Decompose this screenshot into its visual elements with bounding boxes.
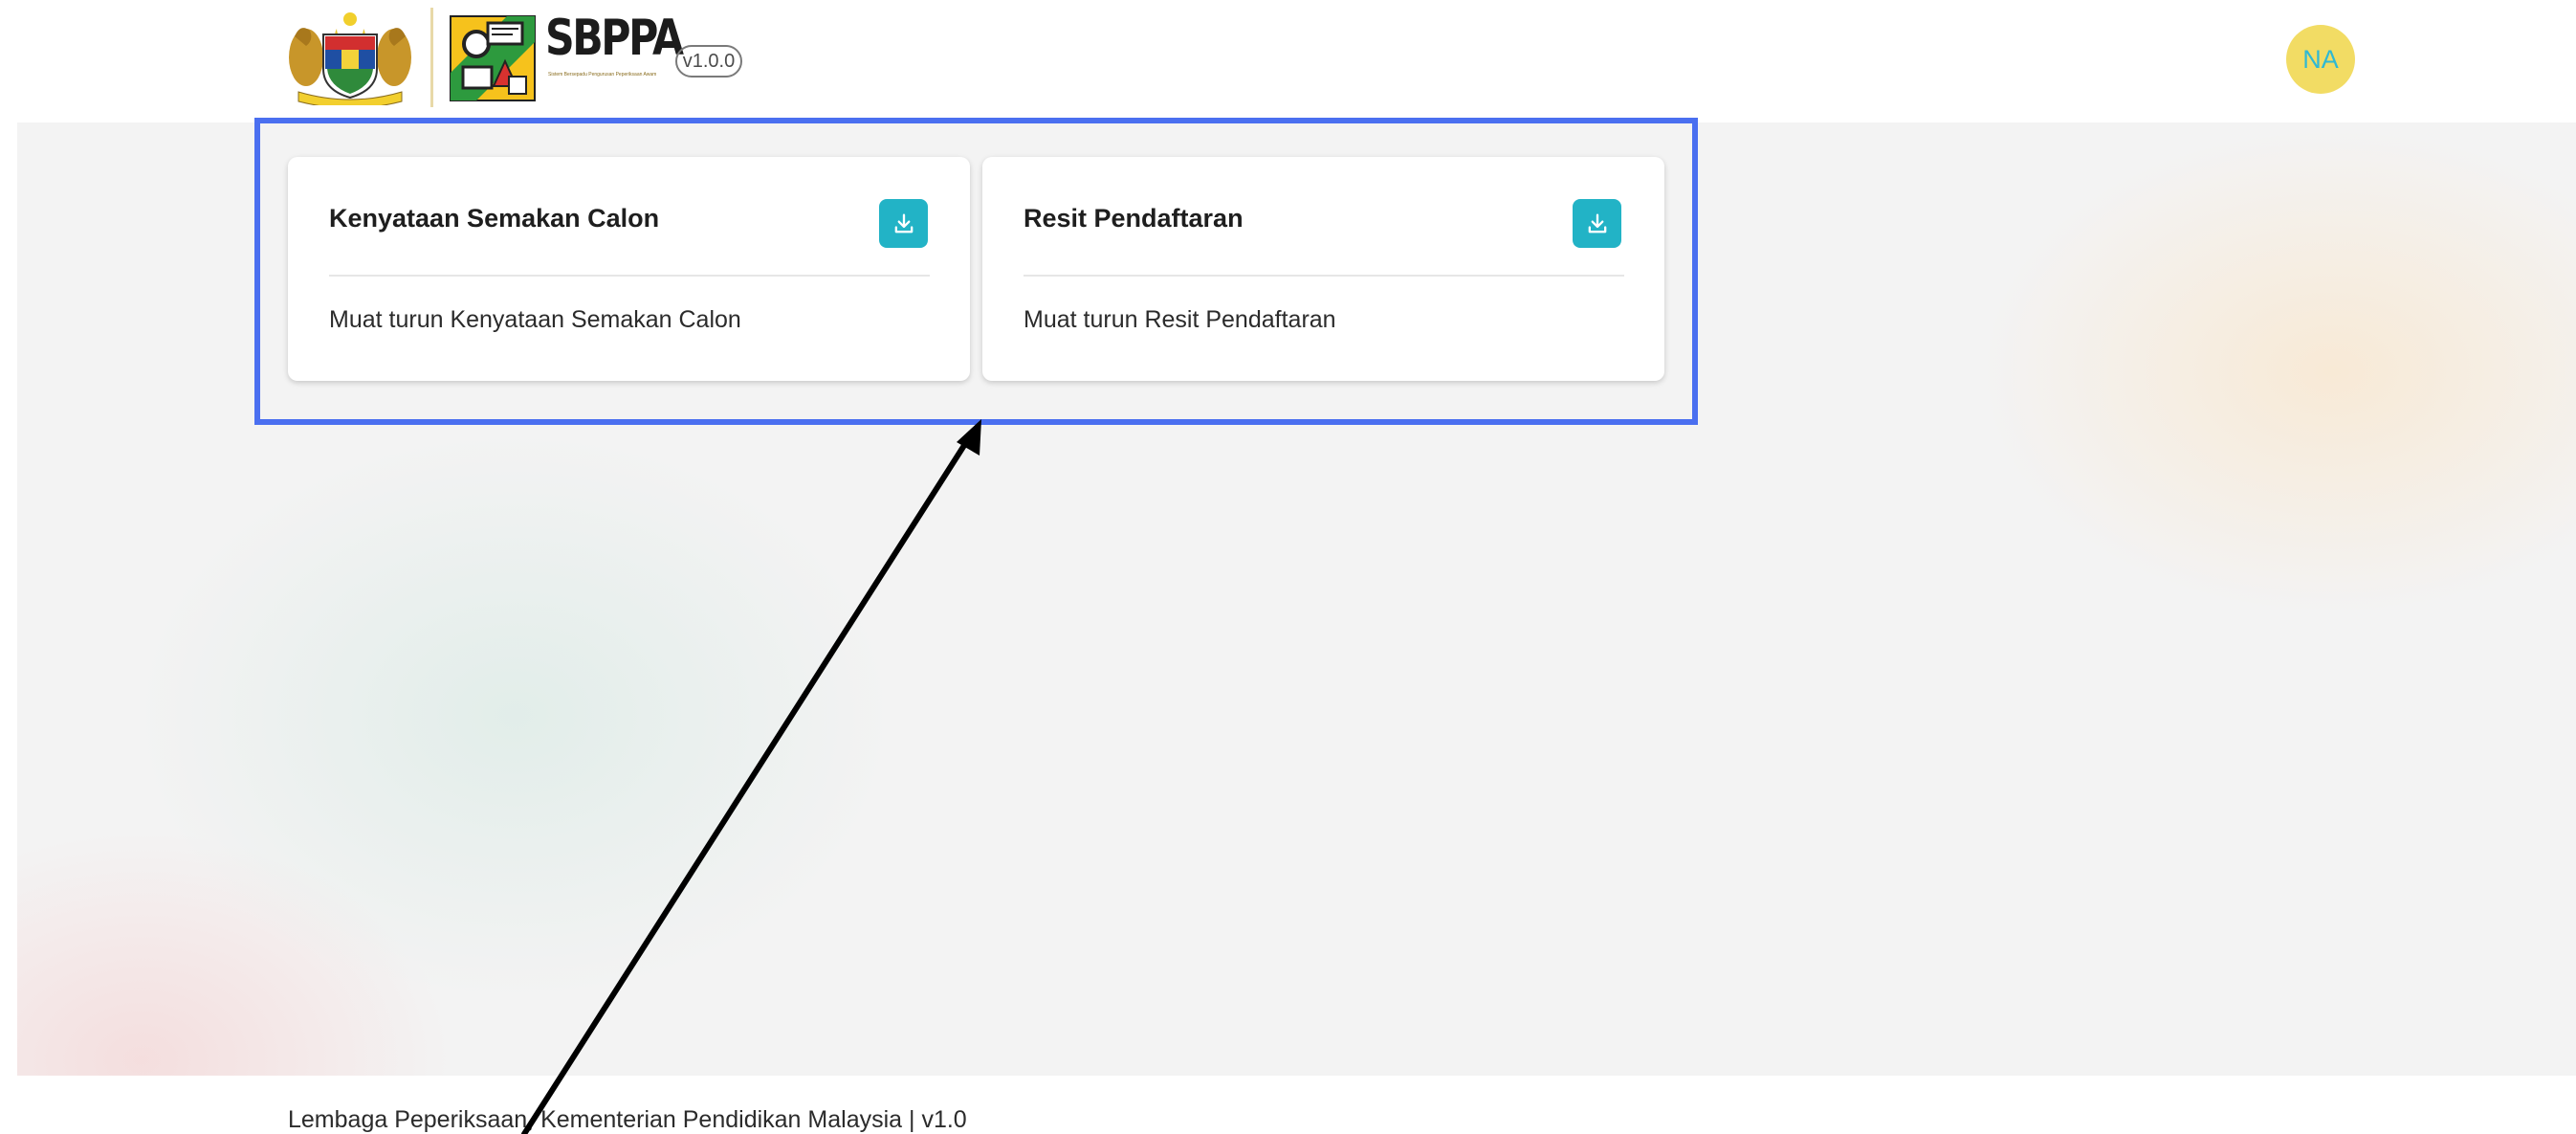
sbppa-logo-icon — [450, 15, 536, 101]
download-button[interactable] — [1573, 199, 1621, 248]
card-description: Muat turun Resit Pendaftaran — [1024, 306, 1336, 333]
card-title: Resit Pendaftaran — [1024, 204, 1244, 233]
download-icon — [1588, 213, 1606, 233]
card-kenyataan-semakan-calon: Kenyataan Semakan Calon Muat turun Kenya… — [288, 157, 970, 381]
card-title: Kenyataan Semakan Calon — [329, 204, 660, 233]
user-avatar[interactable]: NA — [2286, 25, 2355, 94]
version-badge: v1.0.0 — [675, 45, 742, 78]
card-description: Muat turun Kenyataan Semakan Calon — [329, 306, 741, 333]
download-button[interactable] — [879, 199, 928, 248]
card-divider — [1024, 275, 1624, 277]
malaysia-coat-of-arms-logo — [289, 12, 411, 105]
footer-text: Lembaga Peperiksaan, Kementerian Pendidi… — [288, 1106, 967, 1133]
app-subtitle: Sistem Bersepadu Pengurusan Peperiksaan … — [548, 72, 657, 78]
card-divider — [329, 275, 930, 277]
download-icon — [894, 213, 913, 233]
card-resit-pendaftaran: Resit Pendaftaran Muat turun Resit Penda… — [982, 157, 1664, 381]
app-name: SBPPA — [545, 10, 684, 67]
top-header: SBPPA Sistem Bersepadu Pengurusan Peperi… — [0, 0, 2576, 122]
header-divider — [430, 8, 433, 107]
